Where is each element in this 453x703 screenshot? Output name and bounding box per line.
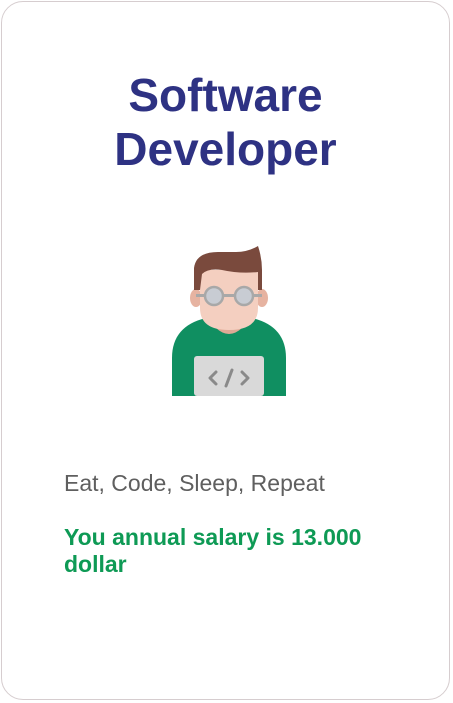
profile-card: Software Developer Eat, Code, Sleep, Rep… (1, 1, 450, 700)
title-line-2: Developer (114, 123, 337, 175)
developer-avatar-icon (172, 246, 286, 396)
title-line-1: Software (128, 69, 323, 121)
page-title: Software Developer (2, 68, 449, 176)
tagline-text: Eat, Code, Sleep, Repeat (64, 470, 325, 496)
salary-text: You annual salary is 13.000 dollar (64, 524, 362, 577)
